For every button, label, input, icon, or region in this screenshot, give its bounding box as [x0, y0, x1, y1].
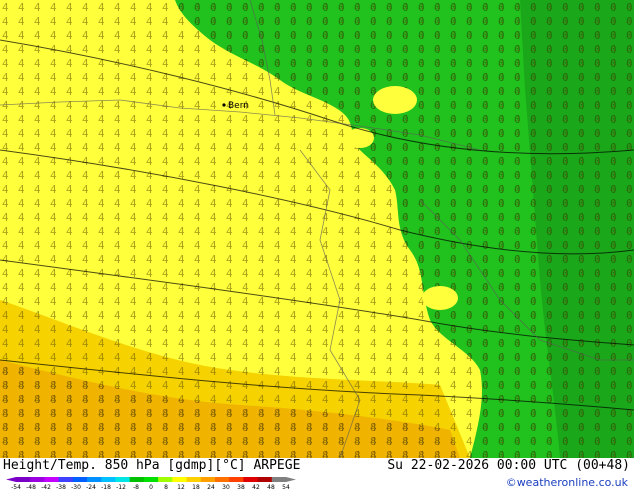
warm-island	[422, 286, 458, 310]
scale-swatch	[229, 477, 244, 482]
scale-arrow-right	[286, 477, 296, 482]
scale-arrow-left	[6, 477, 16, 482]
scale-swatch	[115, 477, 131, 482]
scale-tick-label: 30	[222, 484, 230, 490]
scale-swatch	[58, 477, 74, 482]
scale-tick-label: 54	[282, 484, 290, 490]
scale-tick-label: -48	[26, 484, 36, 490]
valid-time: Su 22-02-2026 00:00 UTC (00+48)	[387, 458, 630, 473]
scale-tick-label: 48	[267, 484, 275, 490]
scale-tick-label: 0	[149, 484, 153, 490]
scale-swatch	[158, 477, 173, 482]
scale-tick-label: -12	[116, 484, 126, 490]
scale-swatch	[143, 477, 159, 482]
scale-tick-label: -42	[41, 484, 51, 490]
scale-tick-label: 8	[164, 484, 168, 490]
scale-tick-label: -54	[11, 484, 21, 490]
warm-island	[373, 86, 417, 114]
scale-swatch	[186, 477, 202, 482]
scale-tick-label: 12	[177, 484, 185, 490]
credit: ©weatheronline.co.uk	[505, 476, 628, 489]
footer: Height/Temp. 850 hPa [gdmp][°C] ARPEGE S…	[0, 458, 634, 490]
scale-swatch	[72, 477, 88, 482]
scale-swatch	[214, 477, 230, 482]
scale-tick-label: 42	[252, 484, 260, 490]
scale-swatch	[271, 477, 287, 482]
scale-tick-label: 38	[237, 484, 245, 490]
scale-swatch	[257, 477, 273, 482]
warm-island	[346, 128, 374, 148]
scale-tick-label: -30	[71, 484, 81, 490]
scale-swatch	[30, 477, 45, 482]
scale-tick-label: -24	[86, 484, 96, 490]
product-title: Height/Temp. 850 hPa [gdmp][°C] ARPEGE	[3, 458, 301, 473]
scale-swatch	[172, 477, 188, 482]
color-scale: -54 -48 -42 -38 -30 -24 -18 -12 -8 0 8 12 18 24 30 38 42…	[6, 477, 296, 490]
scale-swatch	[200, 477, 216, 482]
scale-tick-label: -8	[133, 484, 139, 490]
scale-swatch	[101, 477, 116, 482]
scale-swatch	[16, 477, 31, 482]
scale-tick-label: 24	[207, 484, 215, 490]
scale-swatch	[129, 477, 145, 482]
scale-swatch	[243, 477, 259, 482]
scale-tick-label: -38	[56, 484, 66, 490]
scale-swatch	[44, 477, 60, 482]
weather-map: 0 4 8 Bern	[0, 0, 634, 458]
city-marker	[222, 103, 226, 107]
scale-tick-label: -18	[101, 484, 111, 490]
scale-swatch	[87, 477, 102, 482]
scale-tick-label: 18	[192, 484, 200, 490]
city-label: Bern	[228, 101, 249, 111]
